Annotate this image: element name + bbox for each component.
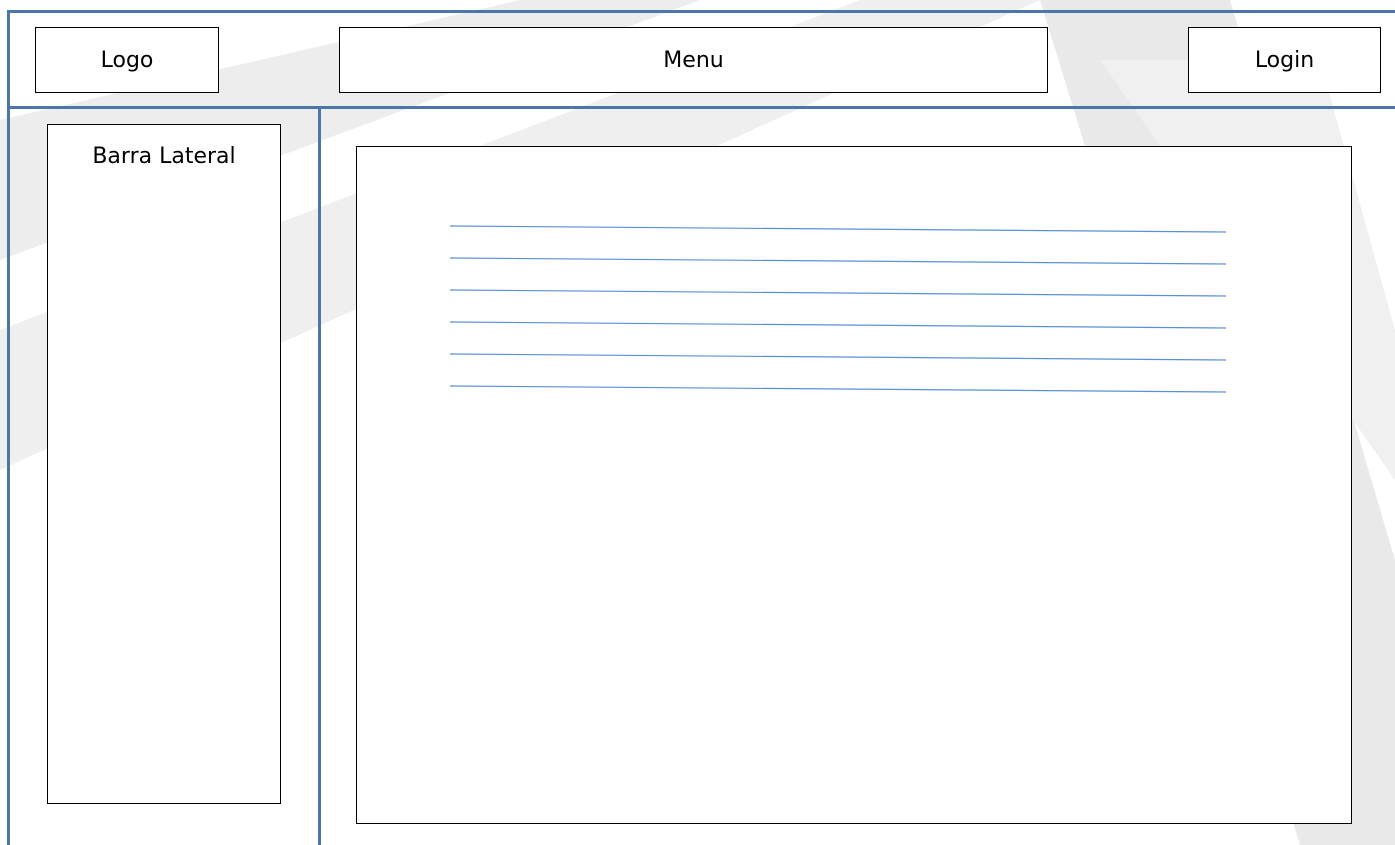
placeholder-text-line — [449, 225, 1227, 233]
content-text-lines — [449, 225, 1227, 393]
placeholder-text-line — [449, 289, 1227, 297]
placeholder-text-line — [449, 257, 1227, 265]
placeholder-text-line — [449, 321, 1227, 329]
placeholder-text-line — [449, 353, 1227, 361]
placeholder-text-line — [449, 385, 1227, 393]
